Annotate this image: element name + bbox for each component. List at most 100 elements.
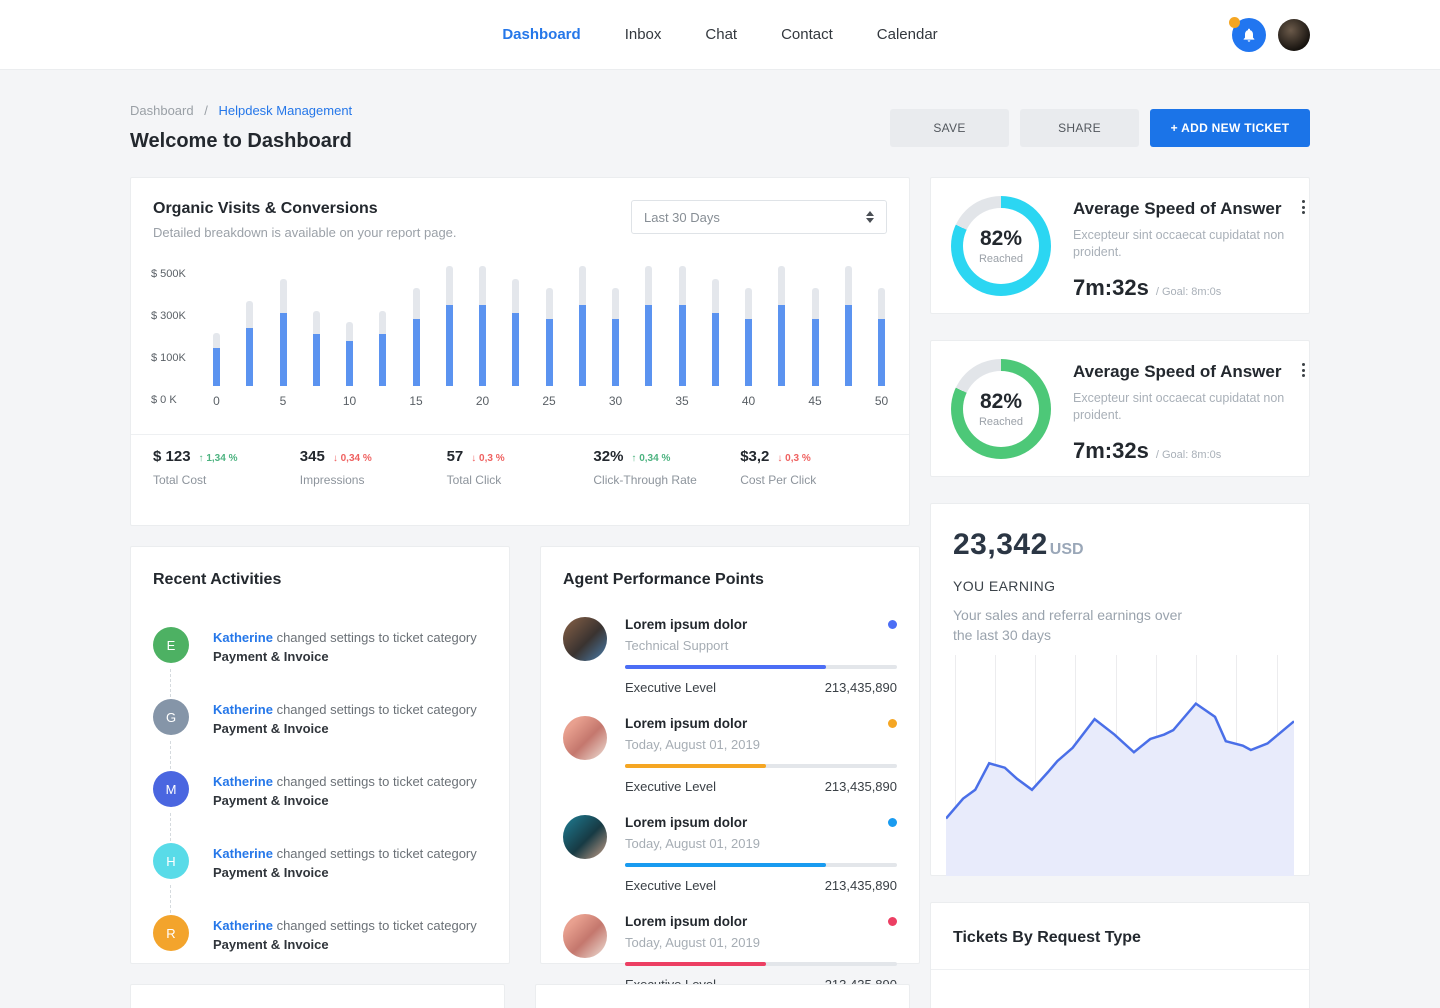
status-dot (888, 818, 897, 827)
x-tick (845, 394, 852, 410)
nav-item-inbox[interactable]: Inbox (625, 26, 662, 43)
activity-actor[interactable]: Katherine (213, 702, 273, 717)
kebab-menu-icon[interactable] (1300, 198, 1307, 216)
agent-progress-fill (625, 863, 826, 867)
speed-time: 7m:32s (1073, 438, 1149, 464)
share-button[interactable]: SHARE (1020, 109, 1139, 147)
kpi-top: $3,2↓ 0,3 % (740, 448, 887, 465)
kpi-label: Click-Through Rate (593, 473, 740, 487)
x-tick (446, 394, 453, 410)
agent-level: Executive Level (625, 680, 716, 695)
activity-target: Payment & Invoice (213, 791, 477, 810)
bar-group (313, 266, 320, 386)
kpi-top: 57↓ 0,3 % (447, 448, 594, 465)
agent-name: Lorem ipsum dolor (625, 914, 747, 929)
x-tick: 25 (546, 394, 553, 410)
x-tick (246, 394, 253, 410)
agent-footer: Executive Level213,435,890 (625, 878, 897, 893)
date-range-select[interactable]: Last 30 Days (631, 200, 887, 234)
organic-subtitle: Detailed breakdown is available on your … (153, 225, 457, 240)
agent-name: Lorem ipsum dolor (625, 815, 747, 830)
kpi-label: Impressions (300, 473, 447, 487)
add-new-ticket-button[interactable]: + ADD NEW TICKET (1150, 109, 1310, 147)
donut-percent: 82% (980, 390, 1022, 414)
earnings-description: Your sales and referral earnings over th… (953, 605, 1203, 645)
earnings-label: YOU EARNING (953, 578, 1287, 594)
nav-item-chat[interactable]: Chat (705, 26, 737, 43)
nav-item-dashboard[interactable]: Dashboard (502, 26, 580, 43)
activity-actor[interactable]: Katherine (213, 774, 273, 789)
activity-target: Payment & Invoice (213, 719, 477, 738)
breadcrumb: Dashboard / Helpdesk Management (130, 103, 352, 118)
kpi-value: $3,2 (740, 448, 769, 465)
x-tick: 50 (878, 394, 885, 410)
date-range-value: Last 30 Days (644, 210, 720, 225)
x-tick-label: 30 (609, 394, 622, 408)
speed-of-answer-card-2: 82% Reached Average Speed of Answer Exce… (930, 340, 1310, 477)
y-tick-label: $ 0 K (151, 394, 177, 406)
bar-value (346, 341, 353, 386)
agent-list: Lorem ipsum dolorTechnical SupportExecut… (563, 617, 897, 992)
bar-group (512, 266, 519, 386)
bar-value (479, 305, 486, 386)
activity-actor[interactable]: Katherine (213, 630, 273, 645)
x-tick-label: 40 (742, 394, 755, 408)
x-tick (379, 394, 386, 410)
x-tick-label: 35 (675, 394, 688, 408)
page-title: Welcome to Dashboard (130, 130, 352, 153)
organic-visits-card: Organic Visits & Conversions Detailed br… (130, 177, 910, 526)
activity-avatar: R (153, 915, 189, 951)
kpi-top: 32%↑ 0,34 % (593, 448, 740, 465)
earnings-amount: 23,342 (953, 528, 1048, 561)
x-axis: 05101520253035404550 (213, 394, 889, 410)
kpi-top: 345↓ 0,34 % (300, 448, 447, 465)
notifications-button[interactable] (1232, 18, 1266, 52)
kebab-menu-icon[interactable] (1300, 361, 1307, 379)
tickets-title: Tickets By Request Type (953, 929, 1287, 947)
bar-group (778, 266, 785, 386)
donut-caption: Reached (979, 416, 1023, 428)
nav-item-contact[interactable]: Contact (781, 26, 833, 43)
activity-target: Payment & Invoice (213, 647, 477, 666)
agent-top: Lorem ipsum dolor (625, 716, 897, 731)
bar-value (612, 319, 619, 386)
x-tick-label: 5 (280, 394, 287, 408)
agent-progress-fill (625, 764, 766, 768)
speed-donut-chart: 82% Reached (951, 196, 1051, 296)
activity-target: Payment & Invoice (213, 863, 477, 882)
main-nav: Dashboard Inbox Chat Contact Calendar (502, 26, 937, 43)
bar-group (546, 266, 553, 386)
recent-activities-card: Recent Activities EKatherine changed set… (130, 546, 510, 964)
user-avatar[interactable] (1278, 19, 1310, 51)
bar-value (546, 319, 553, 386)
breadcrumb-current[interactable]: Helpdesk Management (218, 103, 352, 118)
agent-row: Lorem ipsum dolorToday, August 01, 2019E… (563, 914, 897, 992)
agent-points: 213,435,890 (825, 878, 897, 893)
x-tick (579, 394, 586, 410)
activity-actor[interactable]: Katherine (213, 846, 273, 861)
activity-list: EKatherine changed settings to ticket ca… (153, 627, 487, 954)
earnings-currency: USD (1050, 541, 1084, 558)
agent-row: Lorem ipsum dolorToday, August 01, 2019E… (563, 815, 897, 893)
agent-body: Lorem ipsum dolorToday, August 01, 2019E… (625, 914, 897, 992)
bar-group (878, 266, 885, 386)
organic-title: Organic Visits & Conversions (153, 200, 457, 218)
status-dot (888, 620, 897, 629)
save-button[interactable]: SAVE (890, 109, 1009, 147)
breadcrumb-parent[interactable]: Dashboard (130, 103, 194, 118)
y-tick-label: $ 100K (151, 352, 186, 364)
kpi-stat: $3,2↓ 0,3 %Cost Per Click (740, 448, 887, 487)
organic-bar-chart: $ 500K$ 300K$ 100K$ 0 K 0510152025303540… (151, 266, 889, 420)
x-tick (778, 394, 785, 410)
speed-donut-chart: 82% Reached (951, 359, 1051, 459)
activity-actor[interactable]: Katherine (213, 918, 273, 933)
activity-item: EKatherine changed settings to ticket ca… (153, 627, 487, 666)
agent-subtitle: Today, August 01, 2019 (625, 737, 897, 752)
speed-of-answer-card-1: 82% Reached Average Speed of Answer Exce… (930, 177, 1310, 314)
partial-card-left (130, 984, 505, 1008)
breadcrumb-separator: / (204, 103, 208, 118)
nav-item-calendar[interactable]: Calendar (877, 26, 938, 43)
agent-top: Lorem ipsum dolor (625, 617, 897, 632)
bell-icon (1241, 27, 1257, 43)
agent-progress-fill (625, 665, 826, 669)
